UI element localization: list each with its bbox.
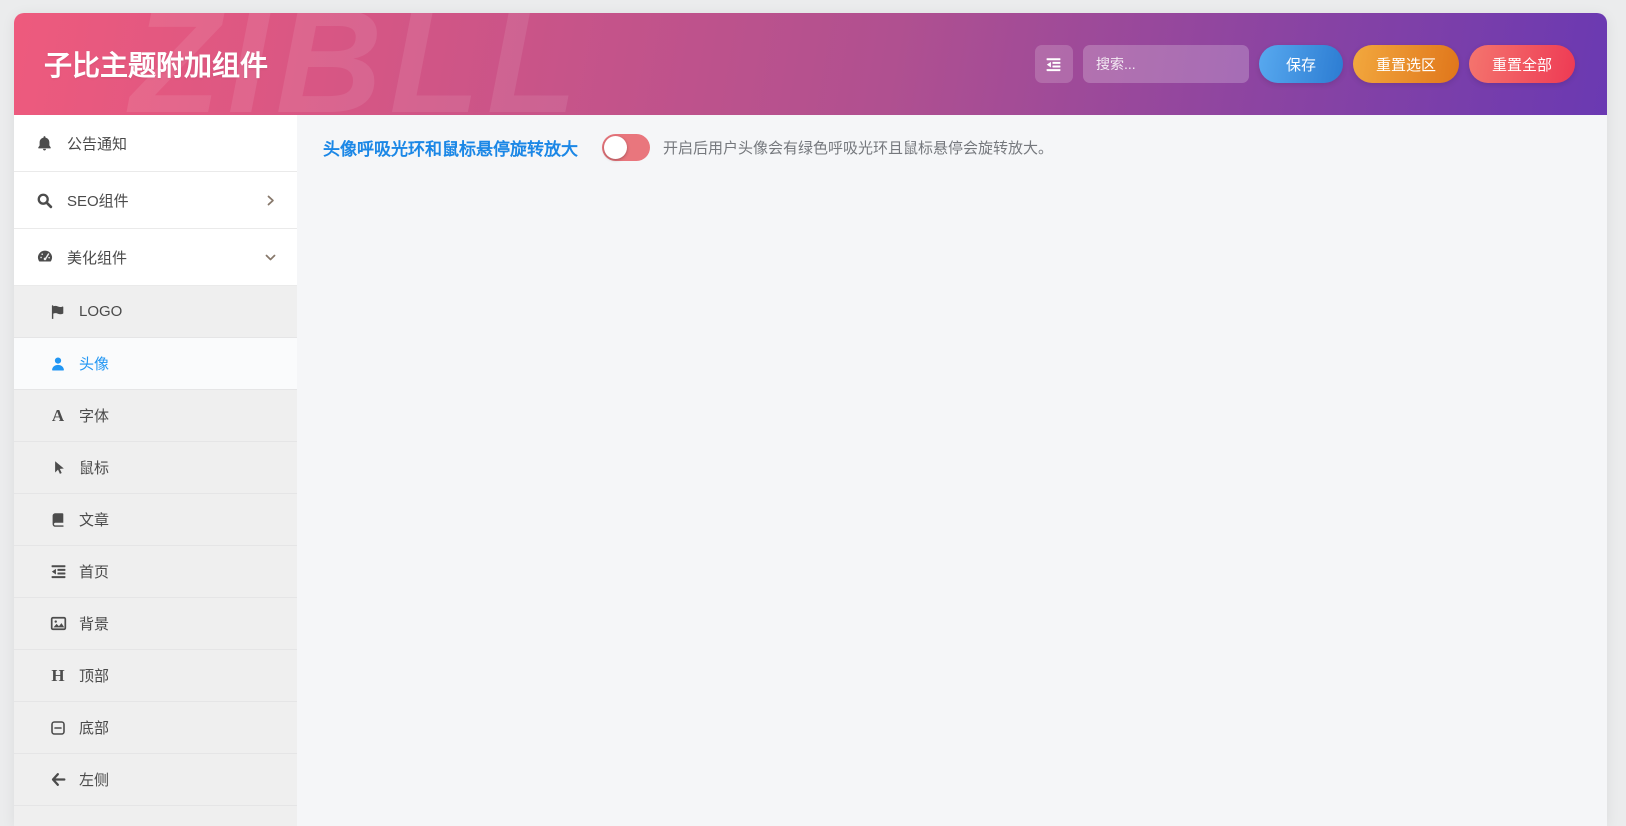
mouse-pointer-icon (48, 460, 68, 475)
sidebar-item-label: 背景 (79, 616, 110, 633)
user-icon (48, 356, 68, 372)
sidebar-subitem-bottom[interactable]: 底部 (14, 702, 297, 754)
sidebar-subitem-background[interactable]: 背景 (14, 598, 297, 650)
chevron-right-icon (264, 194, 277, 207)
sidebar-subitem-avatar[interactable]: 头像 (14, 338, 297, 390)
sidebar-item-label: 首页 (79, 564, 110, 581)
reset-section-button[interactable]: 重置选区 (1352, 45, 1459, 83)
sidebar-subitem-font[interactable]: A 字体 (14, 390, 297, 442)
sidebar-item-label: 鼠标 (79, 460, 110, 477)
header-toolbar: 保存 重置选区 重置全部 (1034, 45, 1575, 83)
sidebar-item-label: 文章 (79, 512, 110, 529)
save-button[interactable]: 保存 (1258, 45, 1343, 83)
search-icon (34, 192, 55, 209)
setting-row-avatar-halo: 头像呼吸光环和鼠标悬停旋转放大 开启后用户头像会有绿色呼吸光环且鼠标悬停会旋转放… (323, 134, 1577, 161)
sidebar-item-label: 头像 (79, 356, 110, 373)
chevron-down-icon (264, 251, 277, 264)
sidebar-item-label: LOGO (79, 303, 123, 320)
indent-icon (48, 563, 68, 580)
sidebar-item-label: 左侧 (79, 772, 110, 789)
flag-icon (48, 304, 68, 320)
sidebar-subitem-article[interactable]: 文章 (14, 494, 297, 546)
page-title: 子比主题附加组件 (44, 50, 269, 81)
app-header: ZIBLL 子比主题附加组件 保存 重置选区 重置全部 (14, 13, 1607, 115)
sidebar-item-label: 字体 (79, 408, 110, 425)
setting-description: 开启后用户头像会有绿色呼吸光环且鼠标悬停会旋转放大。 (663, 140, 1054, 157)
sidebar: 公告通知 SEO组件 美化组件 LOGO 头像 A 字体 鼠标 文章 首页 背景… (14, 115, 297, 826)
sidebar-item-beautify[interactable]: 美化组件 (14, 229, 297, 286)
sidebar-subitem-mouse[interactable]: 鼠标 (14, 442, 297, 494)
app-body: 公告通知 SEO组件 美化组件 LOGO 头像 A 字体 鼠标 文章 首页 背景… (14, 115, 1607, 826)
reset-all-button[interactable]: 重置全部 (1468, 45, 1575, 83)
sidebar-subitem-home[interactable]: 首页 (14, 546, 297, 598)
heading-icon: H (51, 666, 65, 685)
font-icon: A (51, 406, 65, 425)
avatar-halo-toggle[interactable] (602, 134, 650, 161)
sidebar-item-seo[interactable]: SEO组件 (14, 172, 297, 229)
sidebar-item-label: 底部 (79, 720, 110, 737)
main-content: 头像呼吸光环和鼠标悬停旋转放大 开启后用户头像会有绿色呼吸光环且鼠标悬停会旋转放… (297, 115, 1607, 826)
bell-icon (34, 135, 55, 152)
sidebar-subitem-logo[interactable]: LOGO (14, 286, 297, 338)
sidebar-item-label: 美化组件 (67, 249, 128, 267)
tachometer-icon (34, 248, 55, 266)
outdent-menu-button[interactable] (1034, 45, 1073, 83)
sidebar-item-announcements[interactable]: 公告通知 (14, 115, 297, 172)
search-input[interactable] (1082, 45, 1249, 83)
setting-label: 头像呼吸光环和鼠标悬停旋转放大 (323, 140, 578, 159)
outdent-icon (1045, 56, 1062, 73)
sidebar-subitem-left[interactable]: 左侧 (14, 754, 297, 806)
sidebar-item-label: 公告通知 (67, 135, 128, 153)
book-icon (48, 512, 68, 528)
sidebar-item-label: SEO组件 (67, 192, 129, 210)
arrow-left-icon (48, 771, 68, 788)
toggle-knob (604, 136, 627, 159)
minus-square-icon (48, 720, 68, 736)
app-card: ZIBLL 子比主题附加组件 保存 重置选区 重置全部 公告通知 (14, 13, 1607, 826)
image-icon (48, 615, 68, 632)
sidebar-item-label: 顶部 (79, 668, 110, 685)
sidebar-subitem-top[interactable]: H 顶部 (14, 650, 297, 702)
